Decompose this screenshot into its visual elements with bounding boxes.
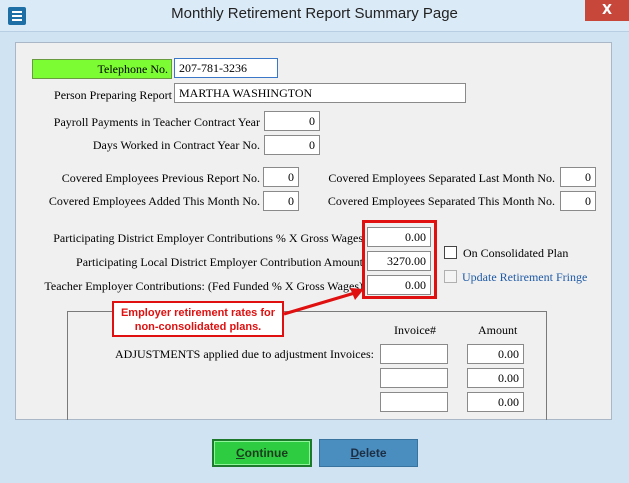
window-title: Monthly Retirement Report Summary Page — [171, 5, 458, 22]
amount-input-3[interactable]: 0.00 — [467, 392, 524, 412]
payroll-payments-input[interactable]: 0 — [264, 111, 320, 131]
days-worked-label: Days Worked in Contract Year No. — [92, 138, 260, 152]
covered-added-input[interactable]: 0 — [263, 191, 299, 211]
update-fringe-checkbox[interactable] — [444, 270, 457, 283]
consolidated-checkbox[interactable] — [444, 246, 457, 259]
district-contrib-label: Participating District Employer Contribu… — [53, 231, 363, 245]
continue-label: Continue — [236, 446, 288, 460]
annotation-arrow — [283, 288, 364, 316]
invoice-input-1[interactable] — [380, 344, 448, 364]
covered-prev-input[interactable]: 0 — [263, 167, 299, 187]
delete-button[interactable]: Delete — [319, 439, 418, 467]
invoice-header: Invoice# — [394, 323, 436, 337]
delete-label: Delete — [350, 446, 387, 460]
covered-added-label: Covered Employees Added This Month No. — [48, 194, 260, 208]
local-district-contrib-label: Participating Local District Employer Co… — [76, 255, 363, 269]
consolidated-label: On Consolidated Plan — [463, 246, 569, 260]
annotation-callout: Employer retirement rates for non-consol… — [112, 301, 284, 337]
telephone-label: Telephone No. — [32, 59, 172, 79]
highlight-box — [362, 220, 437, 299]
covered-prev-label: Covered Employees Previous Report No. — [61, 171, 260, 185]
separated-last-input[interactable]: 0 — [560, 167, 596, 187]
close-button[interactable]: X — [585, 0, 629, 21]
amount-input-1[interactable]: 0.00 — [467, 344, 524, 364]
preparer-input[interactable]: MARTHA WASHINGTON — [174, 83, 466, 103]
telephone-input[interactable]: 207-781-3236 — [174, 58, 278, 78]
payroll-payments-label: Payroll Payments in Teacher Contract Yea… — [53, 115, 260, 129]
invoice-input-2[interactable] — [380, 368, 448, 388]
amount-header: Amount — [478, 323, 518, 337]
separated-this-label: Covered Employees Separated This Month N… — [327, 194, 555, 208]
adjustments-label: ADJUSTMENTS applied due to adjustment In… — [115, 347, 374, 361]
separated-last-label: Covered Employees Separated Last Month N… — [328, 171, 555, 185]
separated-this-input[interactable]: 0 — [560, 191, 596, 211]
continue-button[interactable]: Continue — [212, 439, 312, 467]
close-icon: X — [601, 3, 613, 18]
preparer-label: Person Preparing Report — [54, 88, 172, 102]
invoice-input-3[interactable] — [380, 392, 448, 412]
days-worked-input[interactable]: 0 — [264, 135, 320, 155]
amount-input-2[interactable]: 0.00 — [467, 368, 524, 388]
update-fringe-link[interactable]: Update Retirement Fringe — [462, 270, 587, 285]
